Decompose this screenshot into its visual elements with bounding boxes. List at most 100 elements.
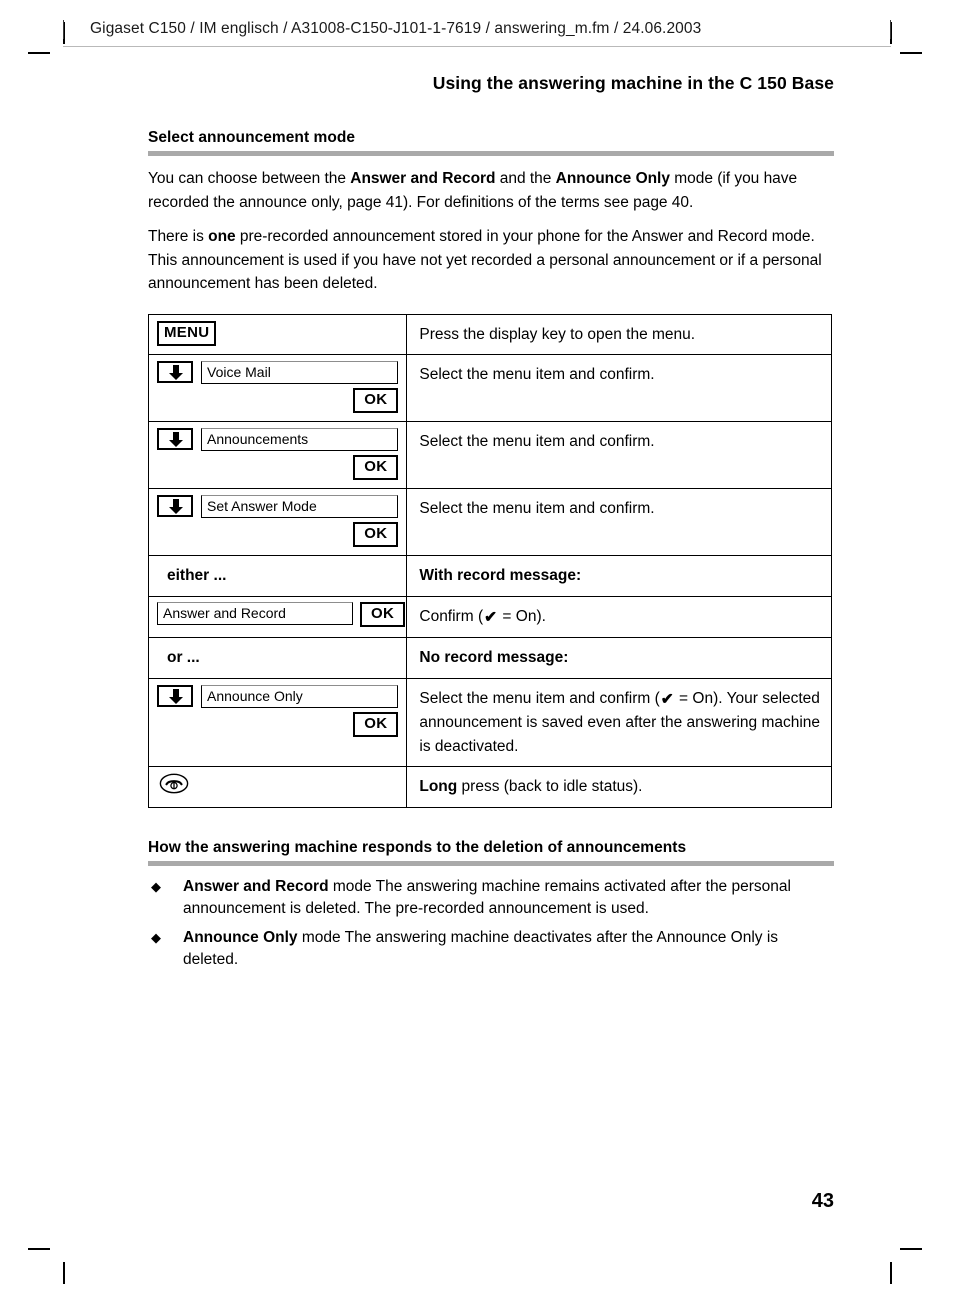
header-tick-left [63,20,64,39]
row-announcements-desc-cell: Select the menu item and confirm. [406,421,832,489]
down-arrow-icon[interactable] [157,684,193,707]
voice-mail-ok-row: OK [157,388,399,413]
ok-softkey-button[interactable]: OK [353,455,399,480]
para1-run2: and the [495,170,556,187]
page-content: Using the answering machine in the C 150… [147,72,834,971]
row-or-desc-cell: No record message: [406,637,832,679]
long-press-label: Long [419,778,458,795]
ok-softkey-button[interactable]: OK [353,388,399,413]
display-line-voice-mail: Voice Mail [201,361,399,384]
header-tick-right [890,20,891,39]
table-row: MENU Press the display key to open the m… [147,313,832,355]
down-arrow-icon[interactable] [157,428,193,450]
bullet-diamond-icon: ◆ [151,878,161,894]
checkmark-icon: ✔ [484,608,498,626]
row-end-call-description: Long press (back to idle status). [407,767,831,807]
intro-paragraph-2: There is one pre-recorded announcement s… [148,225,834,296]
answer-and-record-key-row: Answer and Record OK [157,601,406,627]
row-set-answer-mode-keys: Set Answer Mode OK [149,489,406,555]
row-announce-only-desc-cell: Select the menu item and confirm (✔ = On… [406,677,832,767]
display-line-announce-only: Announce Only [201,684,399,708]
long-press-text: press (back to idle status). [457,778,643,795]
row-voice-mail-description: Select the menu item and confirm. [419,366,655,383]
header-rule [63,46,891,47]
ok-softkey-button[interactable]: OK [353,522,399,547]
set-answer-mode-key-row: Set Answer Mode [157,495,399,518]
checkmark-icon: ✔ [660,690,674,708]
row-announce-only-keys: Announce Only OK [149,679,406,745]
row-set-answer-mode-keys-cell: Set Answer Mode OK [147,488,408,556]
running-header: Gigaset C150 / IM englisch / A31008-C150… [0,20,954,47]
running-header-text: Gigaset C150 / IM englisch / A31008-C150… [90,20,702,37]
ok-softkey-button[interactable]: OK [360,601,406,627]
announcements-key-row: Announcements [157,428,399,451]
section-heading-rule-2 [148,860,834,866]
procedure-table: MENU Press the display key to open the m… [147,313,832,808]
crop-mark-bottom-left [28,1248,50,1250]
crop-mark-bottom-left-v [63,1262,65,1284]
table-row: Announce Only OK Select the menu item an… [147,677,832,767]
document-page: Gigaset C150 / IM englisch / A31008-C150… [0,0,954,1307]
row-answer-and-record-description: Confirm (✔ = On). [407,597,831,638]
row-either-label-cell: either ... [147,555,408,597]
or-label: or ... [167,649,200,666]
row-end-call-desc-cell: Long press (back to idle status). [406,766,832,808]
row-set-answer-mode-description: Select the menu item and confirm. [419,500,655,517]
display-line-announcements: Announcements [201,428,399,451]
table-row: Long press (back to idle status). [147,766,832,808]
list-item: ◆ Announce Only mode The answering machin… [148,927,834,971]
chapter-title: Using the answering machine in the C 150… [432,73,834,93]
row-announce-only-keys-cell: Announce Only OK [147,677,408,767]
with-record-message-text: With record message: [419,567,582,584]
section-heading-select-announcement-mode: Select announcement mode [148,129,356,146]
para1-run0: You can choose between the [148,170,351,187]
bullet-1-term: Answer and Record [183,877,329,895]
no-record-message-text: No record message: [419,649,569,666]
row-end-call-keys-cell [147,766,408,808]
row-either-description: With record message: [407,556,831,596]
crop-mark-bottom-right [900,1248,922,1250]
confirm-text-before: Confirm ( [419,607,484,625]
row-or-description: No record message: [407,638,831,678]
row-menu-keys-cell: MENU [147,313,408,355]
bullet-2-term: Announce Only [183,928,298,946]
page-number: 43 [811,1190,834,1212]
row-end-call-keys [149,767,406,802]
section-heading-deletion-response: How the answering machine responds to th… [148,838,687,856]
announce-only-key-row: Announce Only [157,684,399,708]
row-menu-desc-cell: Press the display key to open the menu. [406,313,832,355]
row-announcements-keys: Announcements OK [149,422,406,488]
row-answer-and-record-keys-cell: Answer and Record OK [147,595,408,638]
menu-softkey-button[interactable]: MENU [157,320,217,346]
announce-only-ok-row: OK [157,711,399,737]
para1-run1: Answer and Record [350,170,496,187]
display-line-answer-and-record: Answer and Record [157,601,353,625]
down-arrow-icon[interactable] [157,361,193,383]
row-either-desc-cell: With record message: [406,555,832,597]
bullet-diamond-icon: ◆ [151,929,161,945]
either-label: either ... [167,567,227,584]
end-call-icon[interactable] [159,773,189,794]
row-menu-description: Press the display key to open the menu. [419,325,696,343]
voice-mail-key-row: Voice Mail [157,361,399,384]
down-arrow-icon[interactable] [157,495,193,517]
deletion-response-list: ◆ Answer and Record mode The answering ma… [148,876,834,971]
table-row: Voice Mail OK Select the menu item and c… [147,354,832,422]
row-voice-mail-desc-cell: Select the menu item and confirm. [406,354,832,422]
table-row: either ... With record message: [147,555,832,597]
row-set-answer-mode-desc-cell: Select the menu item and confirm. [406,488,832,556]
list-item: ◆ Answer and Record mode The answering ma… [148,876,834,920]
ok-softkey-button[interactable]: OK [353,711,399,737]
intro-paragraph-1: You can choose between the Answer and Re… [148,167,834,214]
crop-mark-top-left [28,52,50,54]
set-answer-mode-ok-row: OK [157,522,399,547]
row-voice-mail-keys-cell: Voice Mail OK [147,354,408,422]
crop-mark-bottom-right-v [890,1262,892,1284]
row-announcements-description: Select the menu item and confirm. [419,433,655,450]
para1-run3: Announce Only [555,170,670,187]
row-announce-only-description: Select the menu item and confirm (✔ = On… [407,679,831,767]
table-row: Answer and Record OK Confirm (✔ = On). [147,595,832,638]
para2-run0: There is [148,228,209,245]
row-answer-and-record-desc-cell: Confirm (✔ = On). [406,595,832,638]
table-row: Set Answer Mode OK Select the menu item … [147,488,832,556]
